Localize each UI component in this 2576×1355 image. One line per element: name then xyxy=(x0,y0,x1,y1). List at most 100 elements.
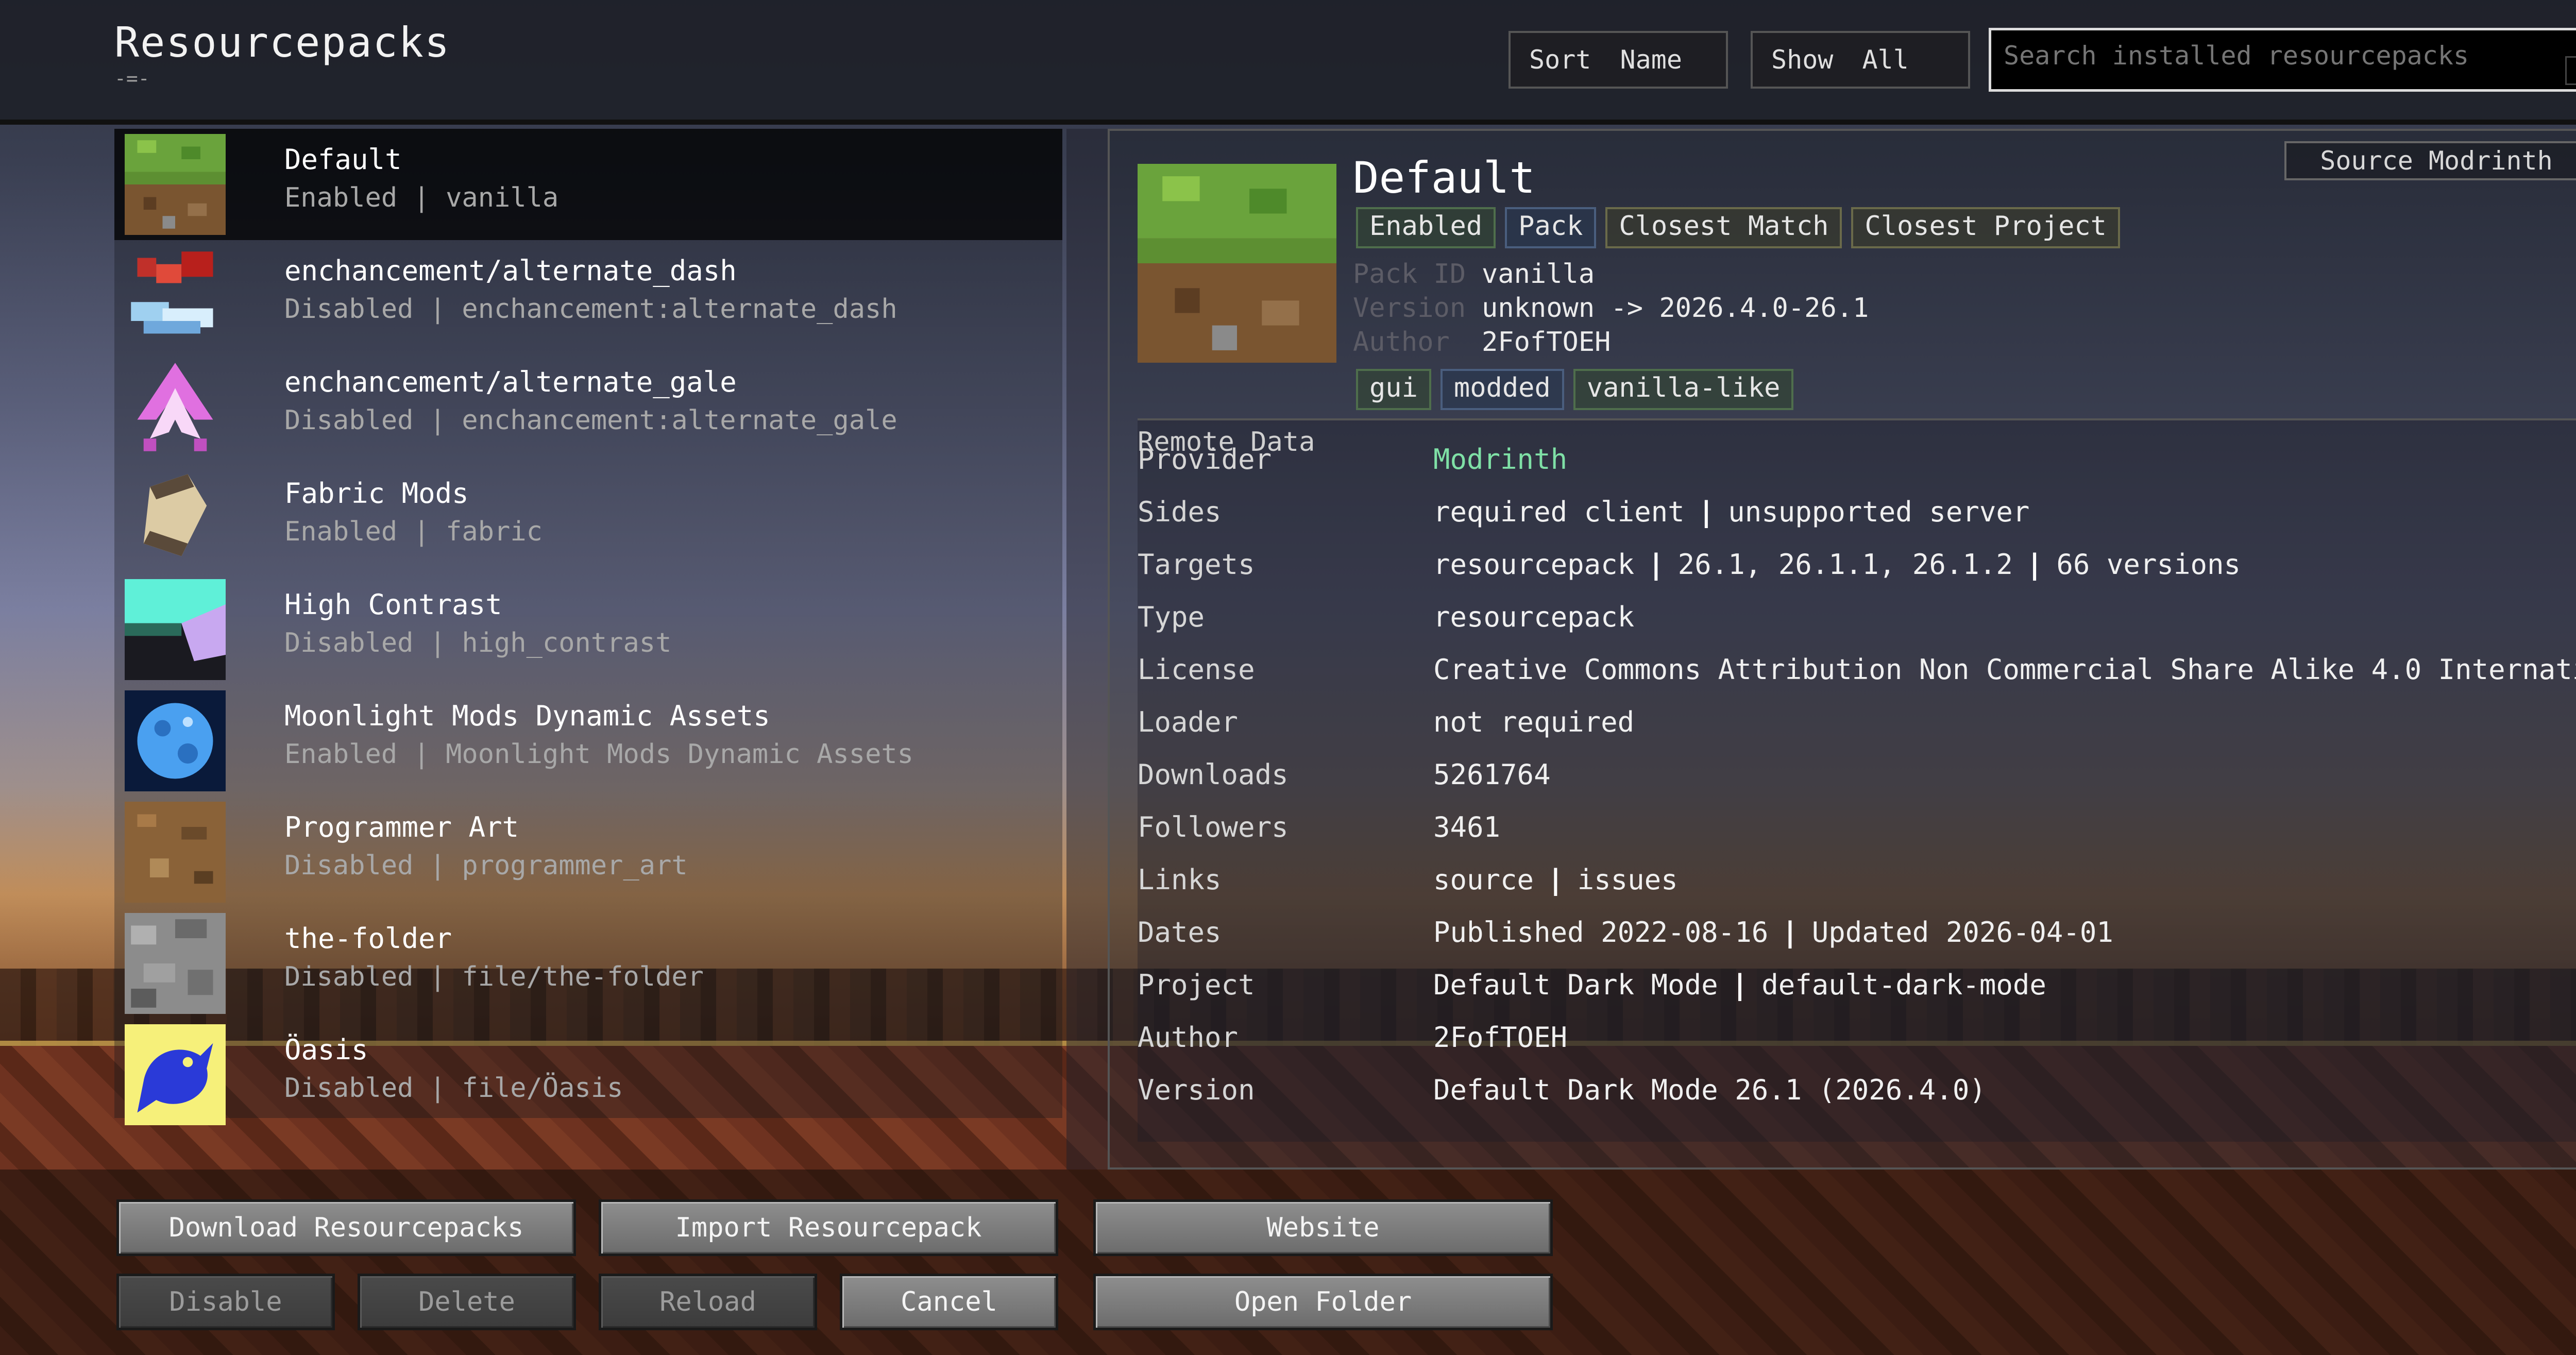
remote-row-license: License Creative Commons Attribution Non … xyxy=(1138,653,2576,700)
header-bar: Resourcepacks -=- Sort Name Show All xyxy=(0,0,2576,125)
remote-value-part[interactable]: issues xyxy=(1578,863,1678,896)
remote-key: Followers xyxy=(1138,811,1289,843)
pack-subtitle: Enabled | fabric xyxy=(284,516,543,547)
remote-value-part: resourcepack xyxy=(1433,548,1635,581)
moon-icon xyxy=(125,690,226,791)
list-item[interactable]: Fabric Mods Enabled | fabric xyxy=(114,463,1062,574)
pack-name: Moonlight Mods Dynamic Assets xyxy=(284,700,770,732)
remote-value: 2FofTOEH xyxy=(1433,1021,1568,1054)
remote-row-sides: Sides required client | unsupported server xyxy=(1138,496,2576,542)
list-item[interactable]: High Contrast Disabled | high_contrast xyxy=(114,574,1062,685)
search-corner-icon xyxy=(2565,56,2576,85)
remote-value-part: Default Dark Mode xyxy=(1433,969,1718,1001)
pack-name: High Contrast xyxy=(284,588,502,621)
detail-pack-name: Default xyxy=(1353,153,1536,203)
remote-row-version: Version Default Dark Mode 26.1 (2026.4.0) xyxy=(1138,1074,2576,1120)
delete-button[interactable]: Delete xyxy=(358,1274,576,1330)
pack-name: Öasis xyxy=(284,1034,368,1066)
category-tags: gui modded vanilla-like xyxy=(1356,369,1794,410)
show-value: All xyxy=(1862,45,1909,75)
remote-data-section[interactable]: Remote Data Provider Modrinth Sides require… xyxy=(1138,418,2576,1142)
remote-key: Links xyxy=(1138,863,1222,896)
remote-key: Sides xyxy=(1138,496,1222,528)
pack-subtitle: Disabled | file/Öasis xyxy=(284,1073,623,1104)
match-badge: Closest Match xyxy=(1605,207,1842,248)
list-scrollbar-track[interactable] xyxy=(1066,129,1108,1170)
project-badge: Closest Project xyxy=(1851,207,2120,248)
list-item[interactable]: Öasis Disabled | file/Öasis xyxy=(114,1019,1062,1130)
oasis-bird-icon xyxy=(125,1024,226,1125)
remote-key: Project xyxy=(1138,969,1255,1001)
pack-id-row: Pack ID vanilla xyxy=(1353,259,1595,290)
source-button[interactable]: Source Modrinth xyxy=(2284,141,2576,180)
import-resourcepack-button[interactable]: Import Resourcepack xyxy=(599,1199,1058,1256)
show-label: Show xyxy=(1771,45,1834,75)
list-item[interactable]: enchancement/alternate_gale Disabled | e… xyxy=(114,351,1062,463)
remote-value: source | issues xyxy=(1433,863,1678,896)
pack-name: Programmer Art xyxy=(284,811,519,843)
remote-row-type: Type resourcepack xyxy=(1138,601,2576,647)
download-resourcepacks-button[interactable]: Download Resourcepacks xyxy=(116,1199,576,1256)
remote-value: required client | unsupported server xyxy=(1433,496,2030,528)
fabric-scroll-icon xyxy=(143,474,207,556)
remote-row-downloads: Downloads 5261764 xyxy=(1138,758,2576,805)
high-contrast-icon xyxy=(125,579,226,680)
remote-row-project: Project Default Dark Mode | default-dark-mo… xyxy=(1138,969,2576,1015)
category-tag: modded xyxy=(1440,369,1564,410)
pack-name: Fabric Mods xyxy=(284,477,469,510)
pack-subtitle: Enabled | vanilla xyxy=(284,182,559,213)
pack-subtitle: Disabled | programmer_art xyxy=(284,850,688,881)
remote-row-dates: Dates Published 2022-08-16 | Updated 2026-0… xyxy=(1138,916,2576,962)
page-subtitle: -=- xyxy=(114,67,150,90)
search-input[interactable] xyxy=(2004,41,2576,71)
pack-name: enchancement/alternate_dash xyxy=(284,255,737,287)
remote-value: resourcepack | 26.1, 26.1.1, 26.1.2 | 66 ver… xyxy=(1433,548,2241,581)
website-button[interactable]: Website xyxy=(1093,1199,1553,1256)
remote-row-author: Author 2FofTOEH xyxy=(1138,1021,2576,1068)
remote-value-part: Published 2022-08-16 xyxy=(1433,916,1769,948)
reload-button[interactable]: Reload xyxy=(599,1274,817,1330)
status-tags: Enabled Pack Closest Match Closest Proje… xyxy=(1356,207,2120,248)
remote-key: Downloads xyxy=(1138,758,1289,791)
remote-row-followers: Followers 3461 xyxy=(1138,811,2576,857)
remote-row-loader: Loader not required xyxy=(1138,706,2576,752)
list-item[interactable]: the-folder Disabled | file/the-folder xyxy=(114,908,1062,1019)
details-panel: Default Source Modrinth Enabled Pack Clo… xyxy=(1108,129,2576,1170)
resourcepack-list[interactable]: Default Enabled | vanilla enchancement/a… xyxy=(114,129,1062,1125)
pack-name: enchancement/alternate_gale xyxy=(284,366,737,398)
show-filter-button[interactable]: Show All xyxy=(1751,31,1970,89)
remote-key: Targets xyxy=(1138,548,1255,581)
stone-block-icon xyxy=(125,913,226,1014)
remote-key: Loader xyxy=(1138,706,1239,738)
remote-value-part: required client xyxy=(1433,496,1685,528)
grass-block-icon xyxy=(125,134,226,235)
remote-value: 3461 xyxy=(1433,811,1501,843)
cancel-button[interactable]: Cancel xyxy=(840,1274,1058,1330)
dash-particles-icon xyxy=(131,251,213,334)
list-item[interactable]: Default Enabled | vanilla xyxy=(114,129,1062,240)
remote-value: Default Dark Mode 26.1 (2026.4.0) xyxy=(1433,1074,1986,1106)
remote-value: Published 2022-08-16 | Updated 2026-04-01 xyxy=(1433,916,2113,948)
list-item[interactable]: enchancement/alternate_dash Disabled | e… xyxy=(114,240,1062,351)
remote-value-part[interactable]: source xyxy=(1433,863,1534,896)
pack-name: Default xyxy=(284,143,402,176)
pack-subtitle: Disabled | enchancement:alternate_dash xyxy=(284,294,897,325)
dirt-block-icon xyxy=(125,802,226,903)
gale-wings-icon xyxy=(137,363,213,451)
search-box[interactable] xyxy=(1989,28,2576,92)
remote-value: 5261764 xyxy=(1433,758,1551,791)
disable-button[interactable]: Disable xyxy=(116,1274,335,1330)
remote-key: License xyxy=(1138,653,1255,686)
list-item[interactable]: Moonlight Mods Dynamic Assets Enabled | … xyxy=(114,685,1062,797)
remote-value-part: 66 versions xyxy=(2056,548,2241,581)
remote-row-links: Links source | issues xyxy=(1138,863,2576,910)
remote-value: resourcepack xyxy=(1433,601,1635,633)
remote-key: Provider xyxy=(1138,443,1272,476)
author-row: Author 2FofTOEH xyxy=(1353,327,1611,358)
remote-value: Creative Commons Attribution Non Commerc… xyxy=(1433,653,2576,686)
remote-key: Dates xyxy=(1138,916,1222,948)
list-item[interactable]: Programmer Art Disabled | programmer_art xyxy=(114,797,1062,908)
sort-button[interactable]: Sort Name xyxy=(1509,31,1728,89)
remote-value-part: Updated 2026-04-01 xyxy=(1811,916,2113,948)
open-folder-button[interactable]: Open Folder xyxy=(1093,1274,1553,1330)
